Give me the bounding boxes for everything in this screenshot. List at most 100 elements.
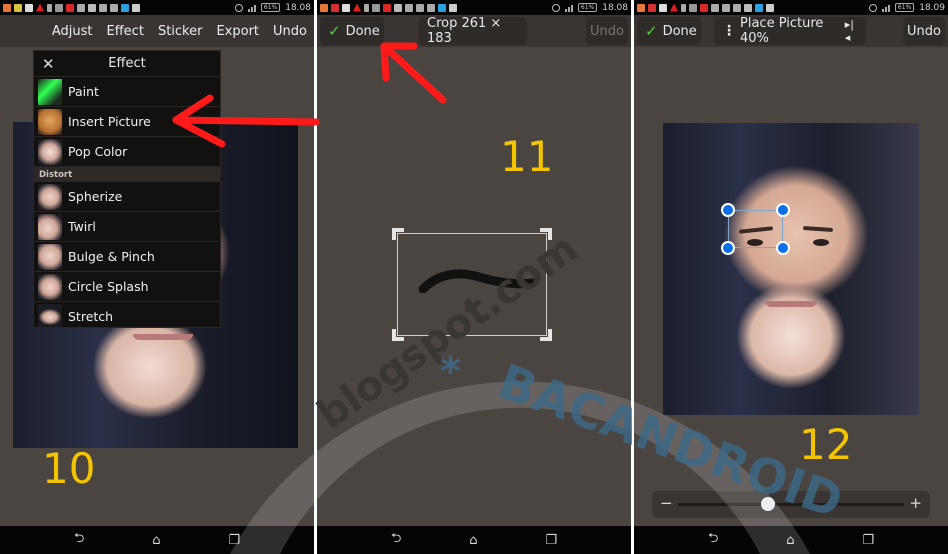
screenshot-icon [55,3,63,12]
face-thumbnail-icon [38,213,62,240]
menu-item-label: Insert Picture [68,114,151,129]
menu-item-pop-color[interactable]: Pop Color [34,137,220,167]
slider-track[interactable] [678,497,904,511]
effect-menu-title: Effect [108,56,146,71]
place-picture-label: Place Picture 40% [740,16,824,46]
menu-item-paint[interactable]: Paint [34,77,220,107]
menu-item-bulge-pinch[interactable]: Bulge & Pinch [34,242,220,272]
menu-item-circle-splash[interactable]: Circle Splash [34,272,220,302]
image-icon [744,3,752,12]
download-icon [766,3,774,12]
sticker-tab[interactable]: Sticker [151,24,210,39]
export-tab[interactable]: Export [209,24,266,39]
recents-icon[interactable]: ❐ [862,533,874,548]
home-icon[interactable]: ⌂ [469,533,477,548]
dog-face-thumbnail-icon [38,108,62,135]
effect-tab[interactable]: Effect [100,24,151,39]
step-number: 10 [42,444,96,493]
menu-item-stretch[interactable]: Stretch [34,302,220,327]
status-bar: 61% 18.08 [317,0,631,15]
signal-icon [564,4,573,12]
decrease-button[interactable]: − [660,494,673,512]
increase-button[interactable]: + [909,494,922,512]
done-button[interactable]: ✓ Done [637,17,701,45]
mouth [133,334,193,340]
notification-icons [320,3,457,12]
crop-handle-bottom-left[interactable] [392,329,404,341]
bbm-notification-icon [331,3,339,12]
undo-button[interactable]: Undo [266,24,314,39]
status-bar: 61% 18.08 [0,0,314,15]
undo-button[interactable]: Undo [903,17,945,45]
checkmark-icon: ✓ [328,22,341,40]
back-icon[interactable]: ⮌ [708,529,718,551]
resize-handle-top-left[interactable] [721,203,735,217]
recents-icon[interactable]: ❐ [545,533,557,548]
step-number: 12 [799,420,853,469]
windows-icon [110,3,118,12]
photo-canvas[interactable] [663,123,919,415]
navigation-bar: ⮌ ⌂ ❐ [634,526,948,554]
alarm-icon [234,3,243,12]
adjust-tab[interactable]: Adjust [45,24,100,39]
place-picture-toolbar: ✓ Done ⋮ Place Picture 40% ▸|◂ Undo [634,15,948,47]
crop-rectangle[interactable] [392,228,552,341]
message-icon [700,3,708,12]
signal-icon [247,4,256,12]
menu-item-insert-picture[interactable]: Insert Picture [34,107,220,137]
back-icon[interactable]: ⮌ [74,529,84,551]
resize-handle-top-right[interactable] [776,203,790,217]
store-icon [755,3,763,12]
battery-indicator: 61% [577,3,598,12]
bbm-icon [733,3,741,12]
place-picture-control[interactable]: ⋮ Place Picture 40% ▸|◂ [714,16,866,46]
face-thumbnail-icon [38,243,62,270]
tutorial-composite: 61% 18.08 Adjust Effect Sticker Export U… [0,0,948,554]
clock: 18.08 [602,2,628,13]
battery-indicator: 61% [894,3,915,12]
clock: 18.08 [285,2,311,13]
menu-item-label: Twirl [68,219,96,234]
menu-item-spherize[interactable]: Spherize [34,182,220,212]
done-button[interactable]: ✓ Done [320,17,384,45]
home-icon[interactable]: ⌂ [786,533,794,548]
alarm-icon [868,3,877,12]
undo-button[interactable]: Undo [586,17,628,45]
resize-handle-bottom-right[interactable] [776,241,790,255]
app-notification-icon [320,3,328,12]
crop-handle-bottom-right[interactable] [540,329,552,341]
close-icon[interactable]: ✕ [42,55,55,73]
face-thumbnail-icon [38,183,62,210]
checkmark-icon: ✓ [645,22,658,40]
flip-horizontal-icon[interactable]: ▸|◂ [845,18,858,44]
bbm-icon [77,3,85,12]
crop-handle-top-left[interactable] [392,228,404,240]
crop-handle-top-right[interactable] [540,228,552,240]
undo-label: Undo [907,23,941,39]
menu-item-label: Stretch [68,309,114,324]
phone-screen-step-12: 61% 18.09 ✓ Done ⋮ Place Picture 40% ▸|◂… [634,0,948,554]
crop-size-indicator: Crop 261 × 183 [419,16,527,46]
download-icon [132,3,140,12]
slider-thumb[interactable] [761,497,776,511]
crop-toolbar: ✓ Done Crop 261 × 183 Undo [317,15,631,47]
more-options-icon[interactable]: ⋮ [722,23,736,39]
pinterest-notification-icon [342,3,350,12]
effect-menu: ✕ Effect Paint Insert Picture Pop Color … [33,50,221,328]
menu-item-twirl[interactable]: Twirl [34,212,220,242]
warning-icon [353,3,361,12]
recents-icon[interactable]: ❐ [228,533,240,548]
editor-toolbar: Adjust Effect Sticker Export Undo [0,15,314,47]
store-icon [438,3,446,12]
windows-icon [711,3,719,12]
back-icon[interactable]: ⮌ [391,529,401,551]
resize-handle-bottom-left[interactable] [721,241,735,255]
phone-screen-step-10: 61% 18.08 Adjust Effect Sticker Export U… [0,0,314,554]
status-bar: 61% 18.09 [634,0,948,15]
clock: 18.09 [919,2,945,13]
section-header-distort: Distort [34,167,220,182]
alarm-icon [551,3,560,12]
home-icon[interactable]: ⌂ [152,533,160,548]
placed-picture-bounds[interactable] [728,210,783,248]
menu-item-label: Paint [68,84,99,99]
